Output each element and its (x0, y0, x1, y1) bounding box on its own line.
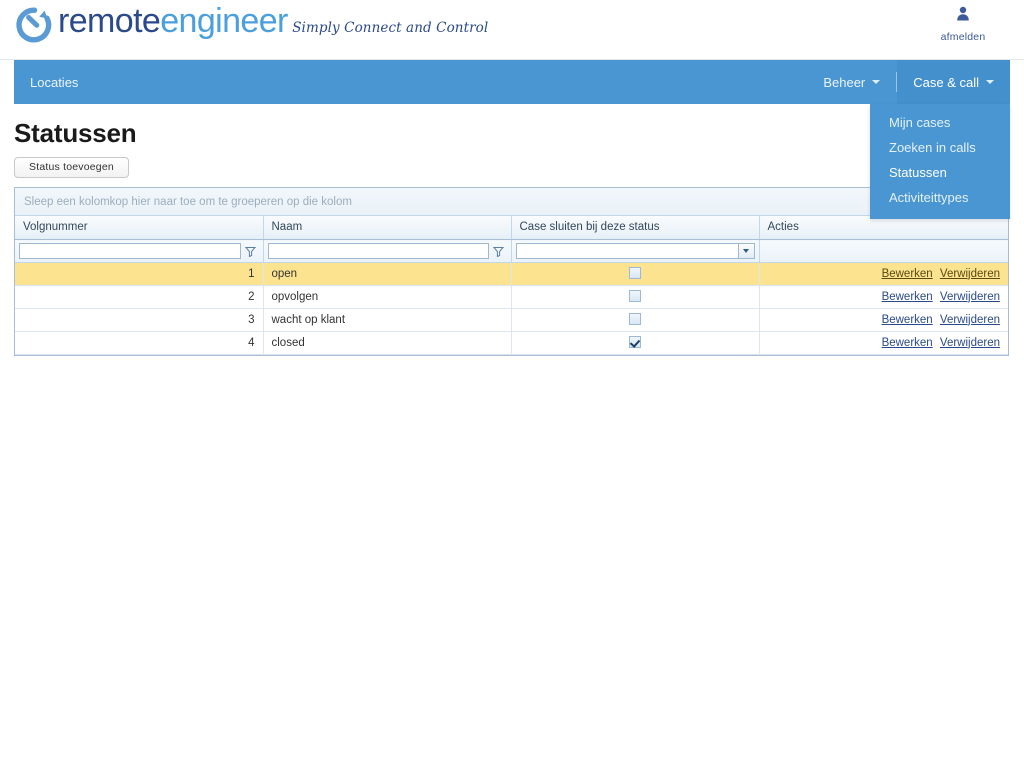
cell-case-sluiten (511, 308, 760, 332)
statussen-table: Volgnummer Naam Case sluiten bij deze st… (15, 216, 1008, 355)
masthead: remoteengineer Simply Connect and Contro… (0, 0, 1024, 60)
nav-item-locaties-label: Locaties (30, 74, 79, 90)
chevron-down-icon (872, 80, 881, 84)
funnel-icon[interactable] (243, 243, 259, 259)
swirl-circle-logo-icon (14, 5, 54, 45)
brand-word-engineer: engineer (160, 2, 288, 40)
delete-link[interactable]: Verwijderen (940, 268, 1000, 280)
cell-case-sluiten (511, 285, 760, 309)
filter-input-volgnummer[interactable] (19, 243, 241, 259)
brand-text: remoteengineer Simply Connect and Contro… (58, 2, 490, 40)
brand-logo[interactable]: remoteengineer Simply Connect and Contro… (14, 2, 490, 45)
table-head: Volgnummer Naam Case sluiten bij deze st… (15, 216, 1008, 263)
edit-link[interactable]: Bewerken (882, 314, 933, 326)
edit-link[interactable]: Bewerken (882, 337, 933, 349)
column-header-case-sluiten[interactable]: Case sluiten bij deze status (511, 216, 760, 240)
funnel-icon[interactable] (491, 243, 507, 259)
filter-input-case-sluiten[interactable] (515, 243, 739, 259)
page-title: Statussen (14, 118, 137, 148)
page-toolbar: Status toevoegen (14, 157, 1010, 178)
cell-case-sluiten (511, 331, 760, 355)
case-and-call-dropdown-menu: Mijn cases Zoeken in calls Statussen Act… (870, 104, 1010, 219)
table-row[interactable]: 3 wacht op klant Bewerken Verwijderen (15, 308, 1008, 332)
brand-word-remote: remote (58, 2, 161, 40)
nav-item-case-and-call[interactable]: Case & call (897, 60, 1010, 104)
dropdown-item-activiteittypes-label: Activiteittypes (889, 190, 969, 205)
dropdown-item-zoeken-in-calls-label: Zoeken in calls (889, 140, 976, 155)
column-header-naam-label: Naam (271, 221, 303, 233)
cell-acties: Bewerken Verwijderen (759, 331, 1008, 355)
group-panel[interactable]: Sleep een kolomkop hier naar toe om te g… (15, 188, 1008, 216)
nav-item-beheer-label: Beheer (823, 74, 866, 90)
dropdown-item-mijn-cases[interactable]: Mijn cases (870, 110, 1010, 135)
dropdown-item-statussen[interactable]: Statussen (870, 160, 1010, 185)
cell-volgnummer: 3 (15, 308, 264, 332)
logout-link[interactable]: afmelden (918, 6, 1008, 45)
person-icon (918, 6, 1008, 26)
brand-wordmark: remoteengineer (58, 2, 288, 40)
cell-volgnummer: 4 (15, 331, 264, 355)
nav-item-beheer[interactable]: Beheer (807, 60, 896, 104)
table-row[interactable]: 2 opvolgen Bewerken Verwijderen (15, 285, 1008, 309)
filter-cell-case-sluiten (511, 239, 760, 263)
case-sluiten-checkbox[interactable] (629, 290, 641, 303)
case-sluiten-checkbox[interactable] (629, 313, 641, 326)
cell-acties: Bewerken Verwijderen (759, 308, 1008, 332)
delete-link[interactable]: Verwijderen (940, 291, 1000, 303)
chevron-down-icon[interactable] (738, 243, 755, 259)
delete-link[interactable]: Verwijderen (940, 314, 1000, 326)
dropdown-item-zoeken-in-calls[interactable]: Zoeken in calls (870, 135, 1010, 160)
filter-row (15, 239, 1008, 263)
logout-label: afmelden (940, 31, 986, 43)
cell-volgnummer: 1 (15, 262, 264, 286)
cell-case-sluiten (511, 262, 760, 286)
column-header-naam[interactable]: Naam (263, 216, 512, 240)
statussen-grid: Sleep een kolomkop hier naar toe om te g… (14, 187, 1009, 356)
table-row[interactable]: 4 closed Bewerken Verwijderen (15, 331, 1008, 355)
case-sluiten-checkbox[interactable] (629, 267, 641, 280)
header-row: Volgnummer Naam Case sluiten bij deze st… (15, 216, 1008, 240)
cell-naam: closed (263, 331, 512, 355)
table-row[interactable]: 1 open Bewerken Verwijderen (15, 262, 1008, 286)
column-header-volgnummer[interactable]: Volgnummer (15, 216, 264, 240)
edit-link[interactable]: Bewerken (882, 291, 933, 303)
dropdown-item-statussen-label: Statussen (889, 165, 947, 180)
delete-link[interactable]: Verwijderen (940, 337, 1000, 349)
group-panel-hint: Sleep een kolomkop hier naar toe om te g… (24, 195, 352, 208)
filter-cell-naam (263, 239, 512, 263)
filter-cell-volgnummer (15, 239, 264, 263)
main-navbar: Locaties Beheer Case & call (14, 60, 1010, 104)
column-header-volgnummer-label: Volgnummer (23, 221, 88, 233)
cell-naam: wacht op klant (263, 308, 512, 332)
edit-link[interactable]: Bewerken (882, 268, 933, 280)
dropdown-item-activiteittypes[interactable]: Activiteittypes (870, 185, 1010, 210)
cell-acties: Bewerken Verwijderen (759, 262, 1008, 286)
cell-volgnummer: 2 (15, 285, 264, 309)
cell-naam: opvolgen (263, 285, 512, 309)
navbar-right-group: Beheer Case & call (807, 60, 1010, 104)
filter-cell-acties (759, 239, 1008, 263)
nav-item-case-and-call-label: Case & call (913, 74, 979, 90)
column-header-acties-label: Acties (767, 221, 799, 233)
filter-input-naam[interactable] (267, 243, 489, 259)
dropdown-item-mijn-cases-label: Mijn cases (889, 115, 951, 130)
case-sluiten-checkbox[interactable] (629, 336, 641, 349)
brand-tagline: Simply Connect and Control (292, 20, 489, 36)
column-header-acties[interactable]: Acties (759, 216, 1008, 240)
add-status-button[interactable]: Status toevoegen (14, 157, 129, 178)
cell-acties: Bewerken Verwijderen (759, 285, 1008, 309)
cell-naam: open (263, 262, 512, 286)
table-body: 1 open Bewerken Verwijderen 2 opvolgen B… (15, 262, 1008, 355)
navbar-left-group: Locaties (14, 60, 94, 104)
column-header-case-sluiten-label: Case sluiten bij deze status (519, 221, 660, 233)
chevron-down-icon (986, 80, 994, 84)
nav-item-locaties[interactable]: Locaties (14, 60, 94, 104)
